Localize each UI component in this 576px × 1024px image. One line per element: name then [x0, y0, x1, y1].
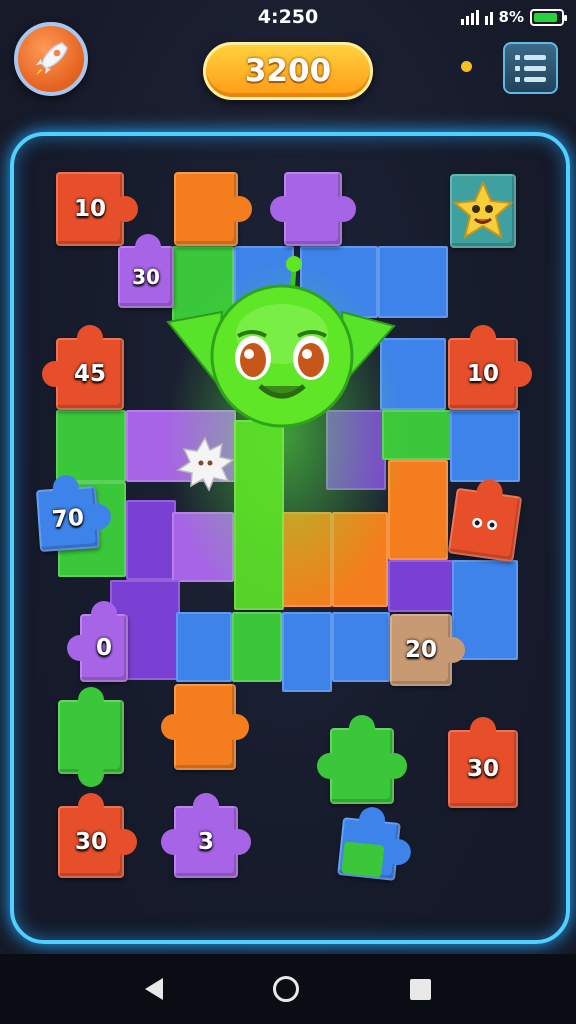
piece-label: 0 — [95, 635, 112, 661]
puzzle-piece-purple-3[interactable]: 3 — [161, 793, 251, 878]
puzzle-piece-red-45[interactable]: 45 — [42, 325, 124, 410]
home-circle-icon[interactable] — [273, 976, 300, 1002]
signal-icon-secondary — [484, 9, 493, 25]
clock-time: 4:25 — [257, 6, 306, 28]
puzzle-piece-red-face[interactable] — [447, 477, 523, 563]
green-alien-mascot[interactable] — [166, 256, 396, 432]
piece-label: 10 — [466, 361, 499, 387]
score-display: 3200 — [203, 42, 373, 100]
menu-list-icon — [515, 54, 546, 82]
puzzle-piece-orange-low[interactable] — [161, 684, 249, 770]
battery-percent: 8% — [498, 8, 524, 26]
coin-indicator — [461, 61, 472, 72]
battery-icon — [530, 8, 567, 26]
puzzle-piece-purple-30[interactable]: 30 — [118, 234, 174, 308]
green-alien-mascot-icon — [166, 256, 396, 428]
puzzle-piece-green-center[interactable] — [317, 715, 407, 804]
piece-label: 45 — [73, 361, 106, 387]
piece-label: 10 — [73, 196, 106, 222]
puzzle-piece-purple-top[interactable] — [270, 172, 356, 246]
puzzle-piece-blue-green-bottom[interactable] — [337, 805, 413, 881]
piece-label: 30 — [74, 829, 107, 855]
piece-label: 30 — [466, 756, 499, 782]
menu-button[interactable] — [503, 42, 558, 94]
status-icons: 8% — [460, 8, 567, 26]
system-nav-bar — [0, 954, 576, 1024]
piece-label: 20 — [404, 637, 437, 663]
puzzle-piece-red-30-left[interactable]: 30 — [58, 793, 137, 878]
puzzle-piece-orange-top[interactable] — [174, 172, 252, 246]
puzzle-piece-red-30-right[interactable]: 30 — [448, 717, 518, 808]
signal-icon — [460, 9, 479, 25]
puzzle-piece-red-10-right[interactable]: 10 — [448, 325, 532, 410]
recent-apps-square-icon[interactable] — [409, 978, 431, 1000]
white-gear-badge-icon — [176, 436, 234, 492]
piece-label: 70 — [51, 504, 85, 534]
mascot-body — [234, 420, 284, 610]
rocket-button[interactable] — [14, 22, 88, 96]
piece-label: 3 — [197, 829, 214, 855]
back-triangle-icon[interactable] — [145, 978, 164, 1000]
star-character-icon — [452, 180, 514, 240]
piece-label: 30 — [132, 265, 160, 289]
star-character-piece[interactable] — [450, 174, 516, 248]
status-bar: 4:250 8% — [0, 0, 576, 34]
puzzle-piece-green-left[interactable] — [58, 687, 124, 787]
puzzle-piece-purple-0[interactable]: 0 — [67, 601, 128, 682]
clock-suffix: 0 — [305, 6, 319, 28]
rocket-icon — [36, 42, 68, 75]
puzzle-piece-red-10[interactable]: 10 — [56, 172, 138, 246]
puzzle-piece-tan-20[interactable]: 20 — [390, 614, 465, 686]
puzzle-piece-blue-70[interactable]: 70 — [35, 474, 112, 553]
piece-face-icon — [472, 517, 498, 530]
gear-badge[interactable] — [176, 436, 234, 492]
game-screen: 4:250 8% 3200 10 30 45 10 70 0 20 30 30 … — [0, 0, 576, 1024]
